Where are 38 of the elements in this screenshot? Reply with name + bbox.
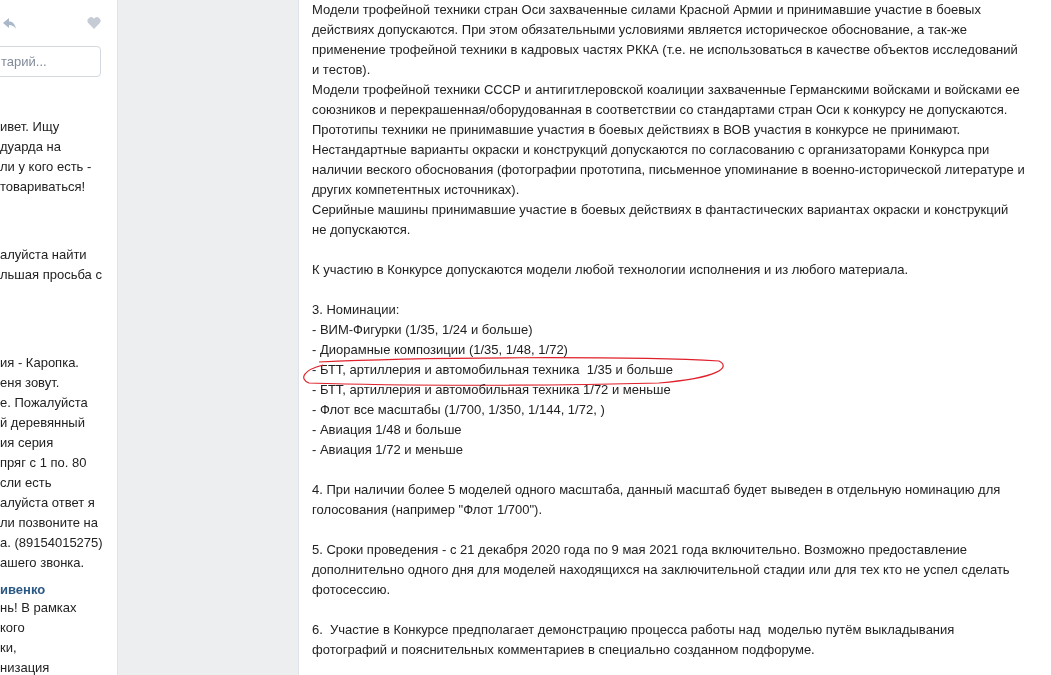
article-paragraph: Модели трофейной техники стран Оси захваченные силами Красной Армии и принимавшие участие в боевых действиях допускаются. При этом обязательными условиями является историческое обоснование, а так-же применение трофейной техники в кадровых частях РККА (т.е. не использоваться в качестве объектов исследований и тестов). Модели трофейной техники СССР и антигитлеровской коалиции захваченные Германскими войсками и войсками ее союзников и перекрашенная/оборудованная в соответствии со стандартами стран Оси к конкурсу не допускаются. Прототипы техники не принимавшие участия в боевых действиях в ВОВ участия в конкурсе не принимают. Нестандартные варианты окраски и конструкций допускаются по согласованию с организаторами Конкурса при наличии веского обоснования (фотографии прототипа, письменное упоминание в военно-исторической литературе и других компетентных источниках). Серийные машины принимавшие участие в боевых действиях в фантастических вариантах окраски и конструкций не допускаются. bbox=[312, 1, 1026, 239]
nomination-item: - Авиация 1/72 и меньше bbox=[312, 441, 464, 459]
article-paragraph: 5. Сроки проведения - с 21 декабря 2020 года по 9 мая 2021 года включительно. Возможно предоставление дополнительно одного дня для моделей находящихся на заключительной стадии или для тех кто не успел сделать фотосессию. bbox=[312, 541, 1011, 599]
comment-text: льшая просьба с bbox=[0, 266, 103, 284]
comment-text: сли есть bbox=[0, 474, 53, 492]
comment-field[interactable]: тарий... bbox=[0, 46, 101, 77]
comment-text: е. Пожалуйста bbox=[0, 394, 89, 412]
comment-text: ли у кого есть - bbox=[0, 158, 93, 176]
article-paragraph: 6. Участие в Конкурсе предполагает демонстрацию процесса работы над моделью путём выкладывания фотографий и пояснительных комментариев в специально созданном подфоруме. bbox=[312, 621, 956, 659]
comment-text: а. (89154015275) bbox=[0, 534, 104, 552]
comment-text: кого bbox=[0, 619, 26, 637]
nomination-item: - Флот все масштабы (1/700, 1/350, 1/144, 1/72, ) bbox=[312, 401, 606, 419]
comment-text: ли позвоните на bbox=[0, 514, 100, 532]
comment-text: еня зовут. bbox=[0, 374, 61, 392]
comment-text: алуйста ответ я bbox=[0, 494, 96, 512]
comment-text: пряг с 1 по. 80 bbox=[0, 454, 88, 472]
article-paragraph: К участию в Конкурсе допускаются модели любой технологии исполнения и из любого материала. bbox=[312, 261, 910, 279]
comment-text: ия - Каропка. bbox=[0, 354, 80, 372]
nomination-item: - БТТ, артиллерия и автомобильная техника 1/35 и больше bbox=[312, 360, 1051, 380]
article-paragraph: 4. При наличии более 5 моделей одного масштаба, данный масштаб будет выведен в отдельную номинацию для голосования (например "Флот 1/700"). bbox=[312, 481, 1002, 519]
comment-text: ия серия bbox=[0, 434, 55, 452]
comment-text: алуйста найти bbox=[0, 246, 88, 264]
nomination-item: - Авиация 1/48 и больше bbox=[312, 421, 463, 439]
comment-text: низация bbox=[0, 659, 51, 675]
heart-icon[interactable] bbox=[87, 17, 101, 29]
author-link[interactable]: ивенко bbox=[0, 582, 117, 598]
section-heading: 3. Номинации: bbox=[312, 301, 401, 319]
comment-text: дуарда на bbox=[0, 138, 62, 156]
comment-text: нь! В рамках bbox=[0, 599, 78, 617]
nomination-item: - Диорамные композиции (1/35, 1/48, 1/72) bbox=[312, 341, 569, 359]
nomination-item: - ВИМ-Фигурки (1/35, 1/24 и больше) bbox=[312, 321, 534, 339]
reply-icon[interactable] bbox=[3, 17, 17, 29]
comment-text: товариваться! bbox=[0, 178, 87, 196]
nomination-item: - БТТ, артиллерия и автомобильная техника 1/72 и меньше bbox=[312, 381, 672, 399]
comment-text: ивет. Ищу bbox=[0, 118, 61, 136]
comment-text: ашего звонка. bbox=[0, 554, 86, 572]
comment-text: ки, bbox=[0, 639, 18, 657]
comment-text: й деревянный bbox=[0, 414, 86, 432]
